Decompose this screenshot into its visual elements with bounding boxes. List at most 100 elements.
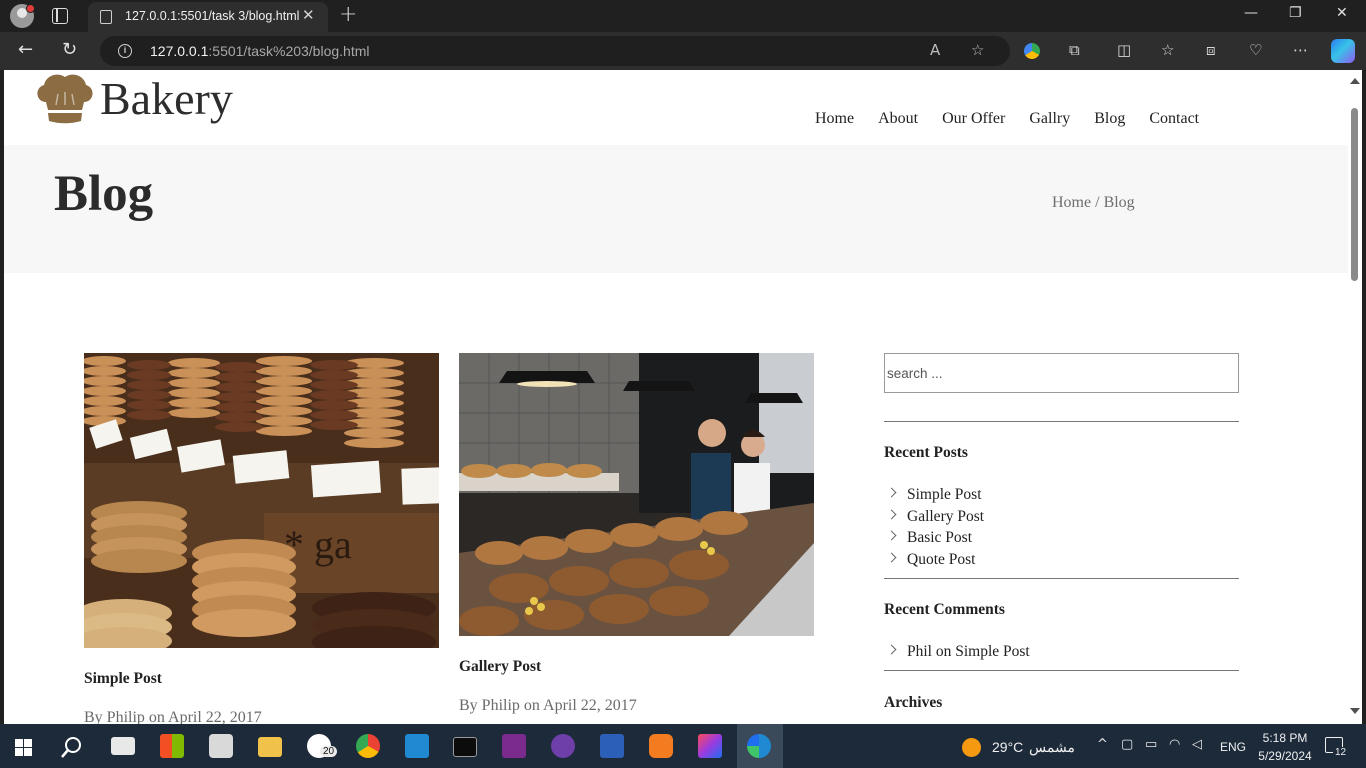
browser-toolbar: ← ↻ i 127.0.0.1:5501/task%203/blog.html … [0, 32, 1366, 70]
recent-comment-link[interactable]: Phil on Simple Post [886, 643, 1030, 661]
extension-color-icon[interactable] [1024, 43, 1040, 59]
chevron-up-icon[interactable]: ^ [1097, 737, 1108, 752]
post-meta: By Philip on April 22, 2017 [459, 697, 637, 714]
search-input[interactable] [887, 355, 1227, 391]
browser-tab-active[interactable]: 127.0.0.1:5501/task 3/blog.html ✕ [88, 2, 328, 32]
scroll-up-arrow-icon[interactable] [1350, 78, 1360, 84]
nav-our-offer[interactable]: Our Offer [942, 110, 1005, 128]
url-text[interactable]: 127.0.0.1:5501/task%203/blog.html [150, 43, 370, 59]
address-bar[interactable]: i 127.0.0.1:5501/task%203/blog.html A ☆ [100, 36, 1010, 66]
clock-time[interactable]: 5:18 PM [1260, 731, 1310, 745]
start-icon[interactable] [15, 739, 32, 756]
chevron-right-icon [886, 644, 897, 655]
nav-blog[interactable]: Blog [1094, 110, 1125, 128]
web-page: Bakery Home About Our Offer Gallry Blog … [4, 70, 1348, 724]
breadcrumb: Home / Blog [1052, 194, 1135, 212]
page-title: Blog [54, 166, 154, 222]
bakery-logo[interactable] [34, 72, 96, 129]
logo-text[interactable]: Bakery [100, 72, 233, 125]
post-meta: By Philip on April 22, 2017 [84, 709, 262, 724]
tab-title: 127.0.0.1:5501/task 3/blog.html [125, 9, 300, 23]
post-title[interactable]: Simple Post [84, 670, 162, 688]
page-scrollbar[interactable] [1348, 70, 1362, 724]
breadcrumb-home-link[interactable]: Home [1052, 194, 1091, 211]
maximize-button[interactable]: ❐ [1289, 5, 1302, 21]
archives-heading: Archives [884, 694, 943, 711]
chevron-right-icon [886, 487, 897, 498]
close-tab-icon[interactable]: ✕ [302, 6, 315, 24]
recent-post-link[interactable]: Simple Post [886, 486, 982, 504]
weather-temperature[interactable]: 29°C [992, 739, 1023, 755]
recent-posts-heading: Recent Posts [884, 444, 968, 461]
nav-gallery[interactable]: Gallry [1029, 110, 1070, 128]
site-info-icon[interactable]: i [118, 44, 132, 58]
favorites-icon[interactable]: ☆ [1161, 41, 1174, 59]
post-title[interactable]: Gallery Post [459, 658, 541, 676]
volume-icon[interactable]: ◁ [1192, 737, 1202, 752]
main-navigation: Home About Our Offer Gallry Blog Contact [815, 110, 1199, 128]
language-indicator[interactable]: ENG [1220, 740, 1246, 754]
close-window-button[interactable]: ✕ [1336, 5, 1348, 21]
collections-icon[interactable]: ⧈ [1206, 41, 1216, 59]
vscode-icon[interactable] [405, 734, 429, 758]
xampp-icon[interactable] [649, 734, 673, 758]
page-favicon-icon [100, 10, 112, 24]
profile-notification-badge [26, 4, 35, 13]
wifi-icon[interactable]: ◠ [1169, 737, 1180, 752]
word-icon[interactable] [600, 734, 624, 758]
copilot-icon[interactable] [1331, 39, 1355, 63]
extensions-puzzle-icon[interactable]: ⧉ [1069, 41, 1080, 59]
pdf-icon[interactable] [502, 734, 526, 758]
favorite-star-icon[interactable]: ☆ [971, 41, 984, 59]
back-arrow-icon[interactable]: ← [18, 39, 33, 60]
search-icon[interactable] [61, 736, 83, 758]
svg-text:* ga: * ga [284, 522, 352, 567]
intellij-icon[interactable] [698, 734, 722, 758]
weather-condition[interactable]: مشمس [1029, 739, 1075, 756]
refresh-icon[interactable]: ↻ [62, 39, 77, 60]
tab-actions-icon[interactable] [52, 8, 68, 24]
store-icon[interactable] [160, 734, 184, 758]
camera-icon[interactable] [209, 734, 233, 758]
mail-icon[interactable] [111, 737, 135, 755]
page-banner: Blog Home / Blog [4, 145, 1348, 273]
recent-post-link[interactable]: Quote Post [886, 551, 975, 569]
github-icon[interactable] [551, 734, 575, 758]
nav-about[interactable]: About [878, 110, 918, 128]
terminal-icon[interactable] [453, 737, 477, 757]
divider [884, 578, 1239, 579]
chevron-right-icon [886, 530, 897, 541]
post-image-cookies[interactable]: * ga [84, 353, 439, 648]
breadcrumb-current: Blog [1103, 194, 1135, 211]
minimize-button[interactable]: — [1244, 5, 1258, 21]
search-box[interactable] [884, 353, 1239, 393]
browser-essentials-icon[interactable]: ♡ [1249, 41, 1262, 59]
edge-icon[interactable] [747, 734, 771, 758]
nav-home[interactable]: Home [815, 110, 854, 128]
chevron-right-icon [886, 552, 897, 563]
recent-post-link[interactable]: Basic Post [886, 529, 972, 547]
browser-tab-bar: 127.0.0.1:5501/task 3/blog.html ✕ + — ❐ … [0, 0, 1366, 32]
split-screen-icon[interactable]: ◫ [1117, 41, 1131, 59]
clock-date[interactable]: 5/29/2024 [1254, 749, 1316, 763]
post-image-bakery[interactable] [459, 353, 814, 636]
recent-post-link[interactable]: Gallery Post [886, 508, 984, 526]
chrome-icon[interactable] [356, 734, 380, 758]
read-aloud-icon[interactable]: A [930, 41, 940, 59]
nav-contact[interactable]: Contact [1149, 110, 1199, 128]
battery-icon[interactable]: ▭ [1145, 737, 1157, 752]
scroll-thumb[interactable] [1351, 108, 1358, 281]
scroll-down-arrow-icon[interactable] [1350, 708, 1360, 714]
file-explorer-icon[interactable] [258, 737, 282, 757]
divider [884, 421, 1239, 422]
whatsapp-badge: 20 [320, 746, 338, 757]
new-tab-button[interactable]: + [339, 2, 357, 27]
more-menu-icon[interactable]: ⋯ [1293, 41, 1308, 59]
meet-now-icon[interactable]: ▢ [1121, 737, 1133, 752]
weather-sun-icon[interactable] [962, 738, 981, 757]
chevron-right-icon [886, 509, 897, 520]
recent-comments-heading: Recent Comments [884, 601, 1005, 618]
site-header: Bakery Home About Our Offer Gallry Blog … [4, 70, 1348, 145]
notification-count-badge: 12 [1333, 747, 1349, 758]
window-edge [1362, 70, 1366, 724]
